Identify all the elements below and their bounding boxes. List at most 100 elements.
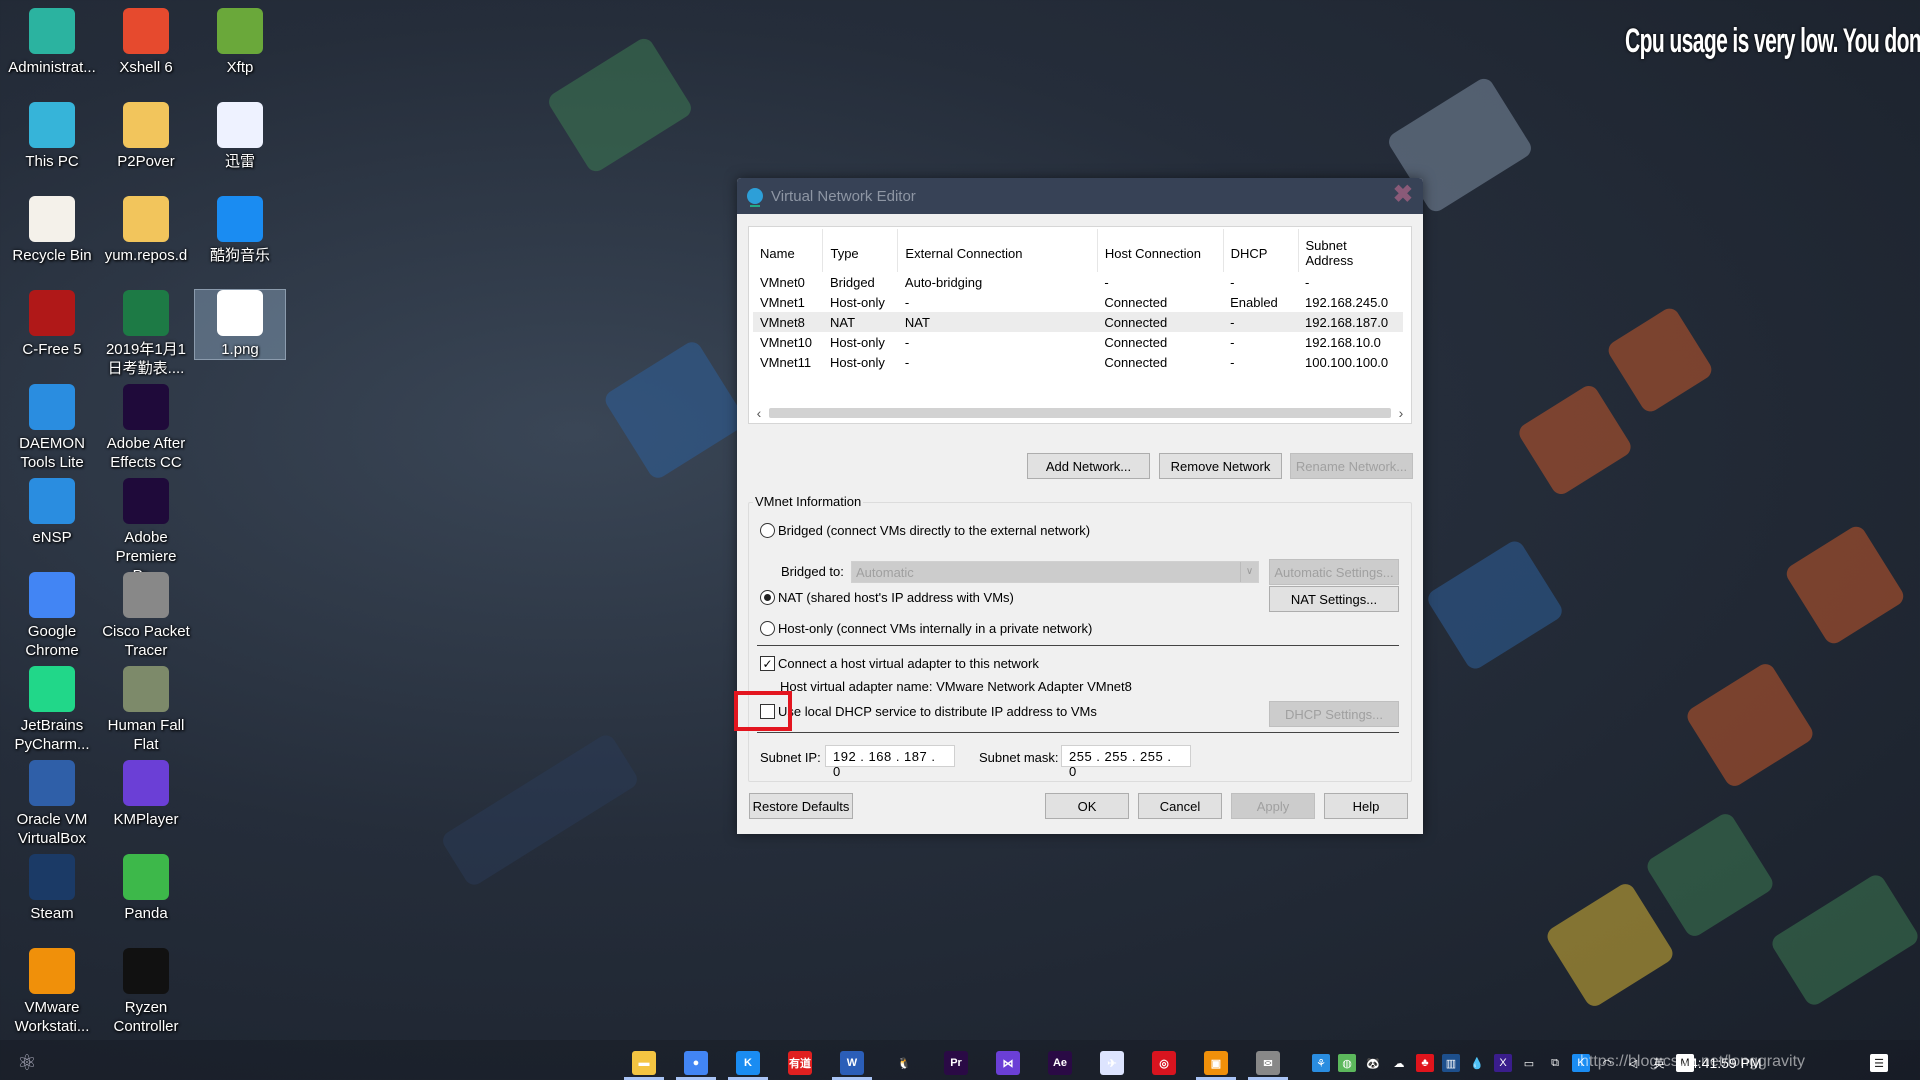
- table-cell: -: [1230, 354, 1235, 370]
- dhcp-row[interactable]: Use local DHCP service to distribute IP …: [760, 704, 1097, 719]
- atom-start-icon[interactable]: ⚛: [17, 1050, 37, 1075]
- bridged-radio[interactable]: [760, 523, 775, 538]
- desktop-icon[interactable]: Google Chrome: [7, 572, 97, 660]
- table-row[interactable]: VMnet8 NAT NAT Connected -192.168.187.0: [753, 312, 1403, 332]
- desktop-icon[interactable]: Steam: [7, 854, 97, 923]
- drop-icon[interactable]: 💧: [1468, 1054, 1486, 1072]
- nat-settings-button[interactable]: NAT Settings...: [1269, 586, 1399, 612]
- hostonly-radio[interactable]: [760, 621, 775, 636]
- desktop-icon[interactable]: JetBrains PyCharm...: [7, 666, 97, 754]
- rename-network-button[interactable]: Rename Network...: [1290, 453, 1413, 479]
- desktop-icon[interactable]: 迅雷: [195, 102, 285, 171]
- app-blue-icon[interactable]: ▥: [1442, 1054, 1460, 1072]
- divider: [757, 732, 1399, 733]
- automatic-settings-button[interactable]: Automatic Settings...: [1269, 559, 1399, 585]
- desktop-icon[interactable]: Ryzen Controller: [101, 948, 191, 1036]
- thunder-icon[interactable]: ✈: [1100, 1051, 1124, 1075]
- column-header[interactable]: Subnet Address: [1298, 229, 1403, 272]
- connect-adapter-row[interactable]: ✓ Connect a host virtual adapter to this…: [760, 656, 1039, 671]
- desktop-icon[interactable]: KMPlayer: [101, 760, 191, 829]
- desktop-icon-label: Oracle VM VirtualBox: [16, 811, 88, 847]
- desktop-icon[interactable]: Xftp: [195, 8, 285, 77]
- hostonly-radio-row[interactable]: Host-only (connect VMs internally in a p…: [760, 621, 1092, 636]
- column-header[interactable]: DHCP: [1223, 229, 1299, 272]
- table-row[interactable]: VMnet0 Bridged Auto-bridging - - -: [753, 272, 1403, 292]
- desktop-icon[interactable]: C-Free 5: [7, 290, 97, 359]
- ok-button[interactable]: OK: [1045, 793, 1129, 819]
- clock[interactable]: 4:41:59 PM: [1690, 1055, 1762, 1071]
- desktop-icon[interactable]: P2Pover: [101, 102, 191, 171]
- column-header[interactable]: Type: [822, 229, 899, 272]
- after-effects-icon[interactable]: Ae: [1048, 1051, 1072, 1075]
- desktop-icon[interactable]: Adobe After Effects CC: [101, 384, 191, 472]
- desktop-icon[interactable]: yum.repos.d: [101, 196, 191, 265]
- display-icon[interactable]: ⧉: [1546, 1054, 1564, 1072]
- desktop-icon[interactable]: Oracle VM VirtualBox: [7, 760, 97, 848]
- netease-music-icon[interactable]: ◎: [1152, 1051, 1176, 1075]
- scroll-left-icon[interactable]: ‹: [749, 405, 769, 421]
- globe-icon: [747, 188, 763, 207]
- desktop-icon-label: KMPlayer: [113, 811, 179, 828]
- panda-icon[interactable]: 🐼: [1364, 1054, 1382, 1072]
- notification-icon[interactable]: ☰: [1870, 1054, 1888, 1072]
- desktop-icon[interactable]: DAEMON Tools Lite: [7, 384, 97, 472]
- dialog-titlebar[interactable]: Virtual Network Editor: [737, 178, 1423, 214]
- table-row[interactable]: VMnet11 Host-only - Connected - 100.100.100.0: [753, 352, 1403, 372]
- app-purple-icon[interactable]: X: [1494, 1054, 1512, 1072]
- thunder-bird-icon: [217, 102, 263, 148]
- cancel-button[interactable]: Cancel: [1138, 793, 1222, 819]
- scrollbar-thumb[interactable]: [769, 408, 1391, 418]
- app-green-icon[interactable]: ◍: [1338, 1054, 1356, 1072]
- desktop-icon[interactable]: VMware Workstati...: [7, 948, 97, 1036]
- kmplayer-icon[interactable]: ⋈: [996, 1051, 1020, 1075]
- network-tool-icon[interactable]: ⚘: [1312, 1054, 1330, 1072]
- desktop-icon[interactable]: Human Fall Flat: [101, 666, 191, 754]
- battery-icon[interactable]: ▭: [1520, 1054, 1538, 1072]
- add-network-button[interactable]: Add Network...: [1027, 453, 1150, 479]
- premiere-icon[interactable]: Pr: [944, 1051, 968, 1075]
- column-header[interactable]: Host Connection: [1097, 229, 1224, 272]
- nat-radio[interactable]: [760, 590, 775, 605]
- scroll-right-icon[interactable]: ›: [1391, 405, 1411, 421]
- desktop-icon[interactable]: Adobe Premiere Pr...: [101, 478, 191, 585]
- desktop-icon[interactable]: 1.png: [194, 289, 286, 360]
- close-icon[interactable]: ✖: [1393, 183, 1413, 207]
- desktop-icon[interactable]: Panda: [101, 854, 191, 923]
- desktop-icon[interactable]: 酷狗音乐: [195, 196, 285, 265]
- chrome-icon[interactable]: ●: [684, 1051, 708, 1075]
- column-header[interactable]: External Connection: [897, 229, 1098, 272]
- desktop-icon[interactable]: Administrat...: [7, 8, 97, 77]
- subnet-ip-input[interactable]: 192 . 168 . 187 . 0: [825, 745, 955, 779]
- desktop-icon[interactable]: Recycle Bin: [7, 196, 97, 265]
- onedrive-icon[interactable]: ☁: [1390, 1054, 1408, 1072]
- app-red-icon[interactable]: ♣: [1416, 1054, 1434, 1072]
- table-cell: Connected: [1104, 294, 1168, 310]
- remove-network-button[interactable]: Remove Network: [1159, 453, 1282, 479]
- file-explorer-icon[interactable]: ▬: [632, 1051, 656, 1075]
- qq-icon[interactable]: 🐧: [892, 1051, 916, 1075]
- dhcp-settings-button[interactable]: DHCP Settings...: [1269, 701, 1399, 727]
- apply-button[interactable]: Apply: [1231, 793, 1315, 819]
- desktop-icon[interactable]: Cisco Packet Tracer: [101, 572, 191, 660]
- table-row[interactable]: VMnet10 Host-only - Connected - 192.168.10.0: [753, 332, 1403, 352]
- nat-radio-row[interactable]: NAT (shared host's IP address with VMs): [760, 590, 1014, 605]
- subnet-mask-input[interactable]: 255 . 255 . 255 . 0: [1061, 745, 1191, 779]
- virtual-network-editor-dialog: Virtual Network Editor ✖ Name Type Externa…: [737, 178, 1423, 834]
- vmware-icon[interactable]: ▣: [1204, 1051, 1228, 1075]
- youdao-icon[interactable]: 有道: [788, 1051, 812, 1075]
- word-icon[interactable]: W: [840, 1051, 864, 1075]
- column-header[interactable]: Name: [753, 229, 824, 272]
- restore-defaults-button[interactable]: Restore Defaults: [749, 793, 853, 819]
- packet-tracer-icon[interactable]: ✉: [1256, 1051, 1280, 1075]
- bridged-to-select[interactable]: Automatic ∨: [851, 561, 1259, 583]
- desktop-icon[interactable]: eNSP: [7, 478, 97, 547]
- kugou-icon[interactable]: K: [736, 1051, 760, 1075]
- desktop-icon[interactable]: 2019年1月1日考勤表....: [101, 290, 191, 378]
- connect-adapter-checkbox[interactable]: ✓: [760, 656, 775, 671]
- table-row[interactable]: VMnet1 Host-only - Connected Enabled 192.168.…: [753, 292, 1403, 312]
- desktop-icon[interactable]: Xshell 6: [101, 8, 191, 77]
- desktop-icon[interactable]: This PC: [7, 102, 97, 171]
- bridged-radio-row[interactable]: Bridged (connect VMs directly to the ext…: [760, 523, 1090, 538]
- horizontal-scrollbar[interactable]: ‹ ›: [749, 403, 1411, 423]
- help-button[interactable]: Help: [1324, 793, 1408, 819]
